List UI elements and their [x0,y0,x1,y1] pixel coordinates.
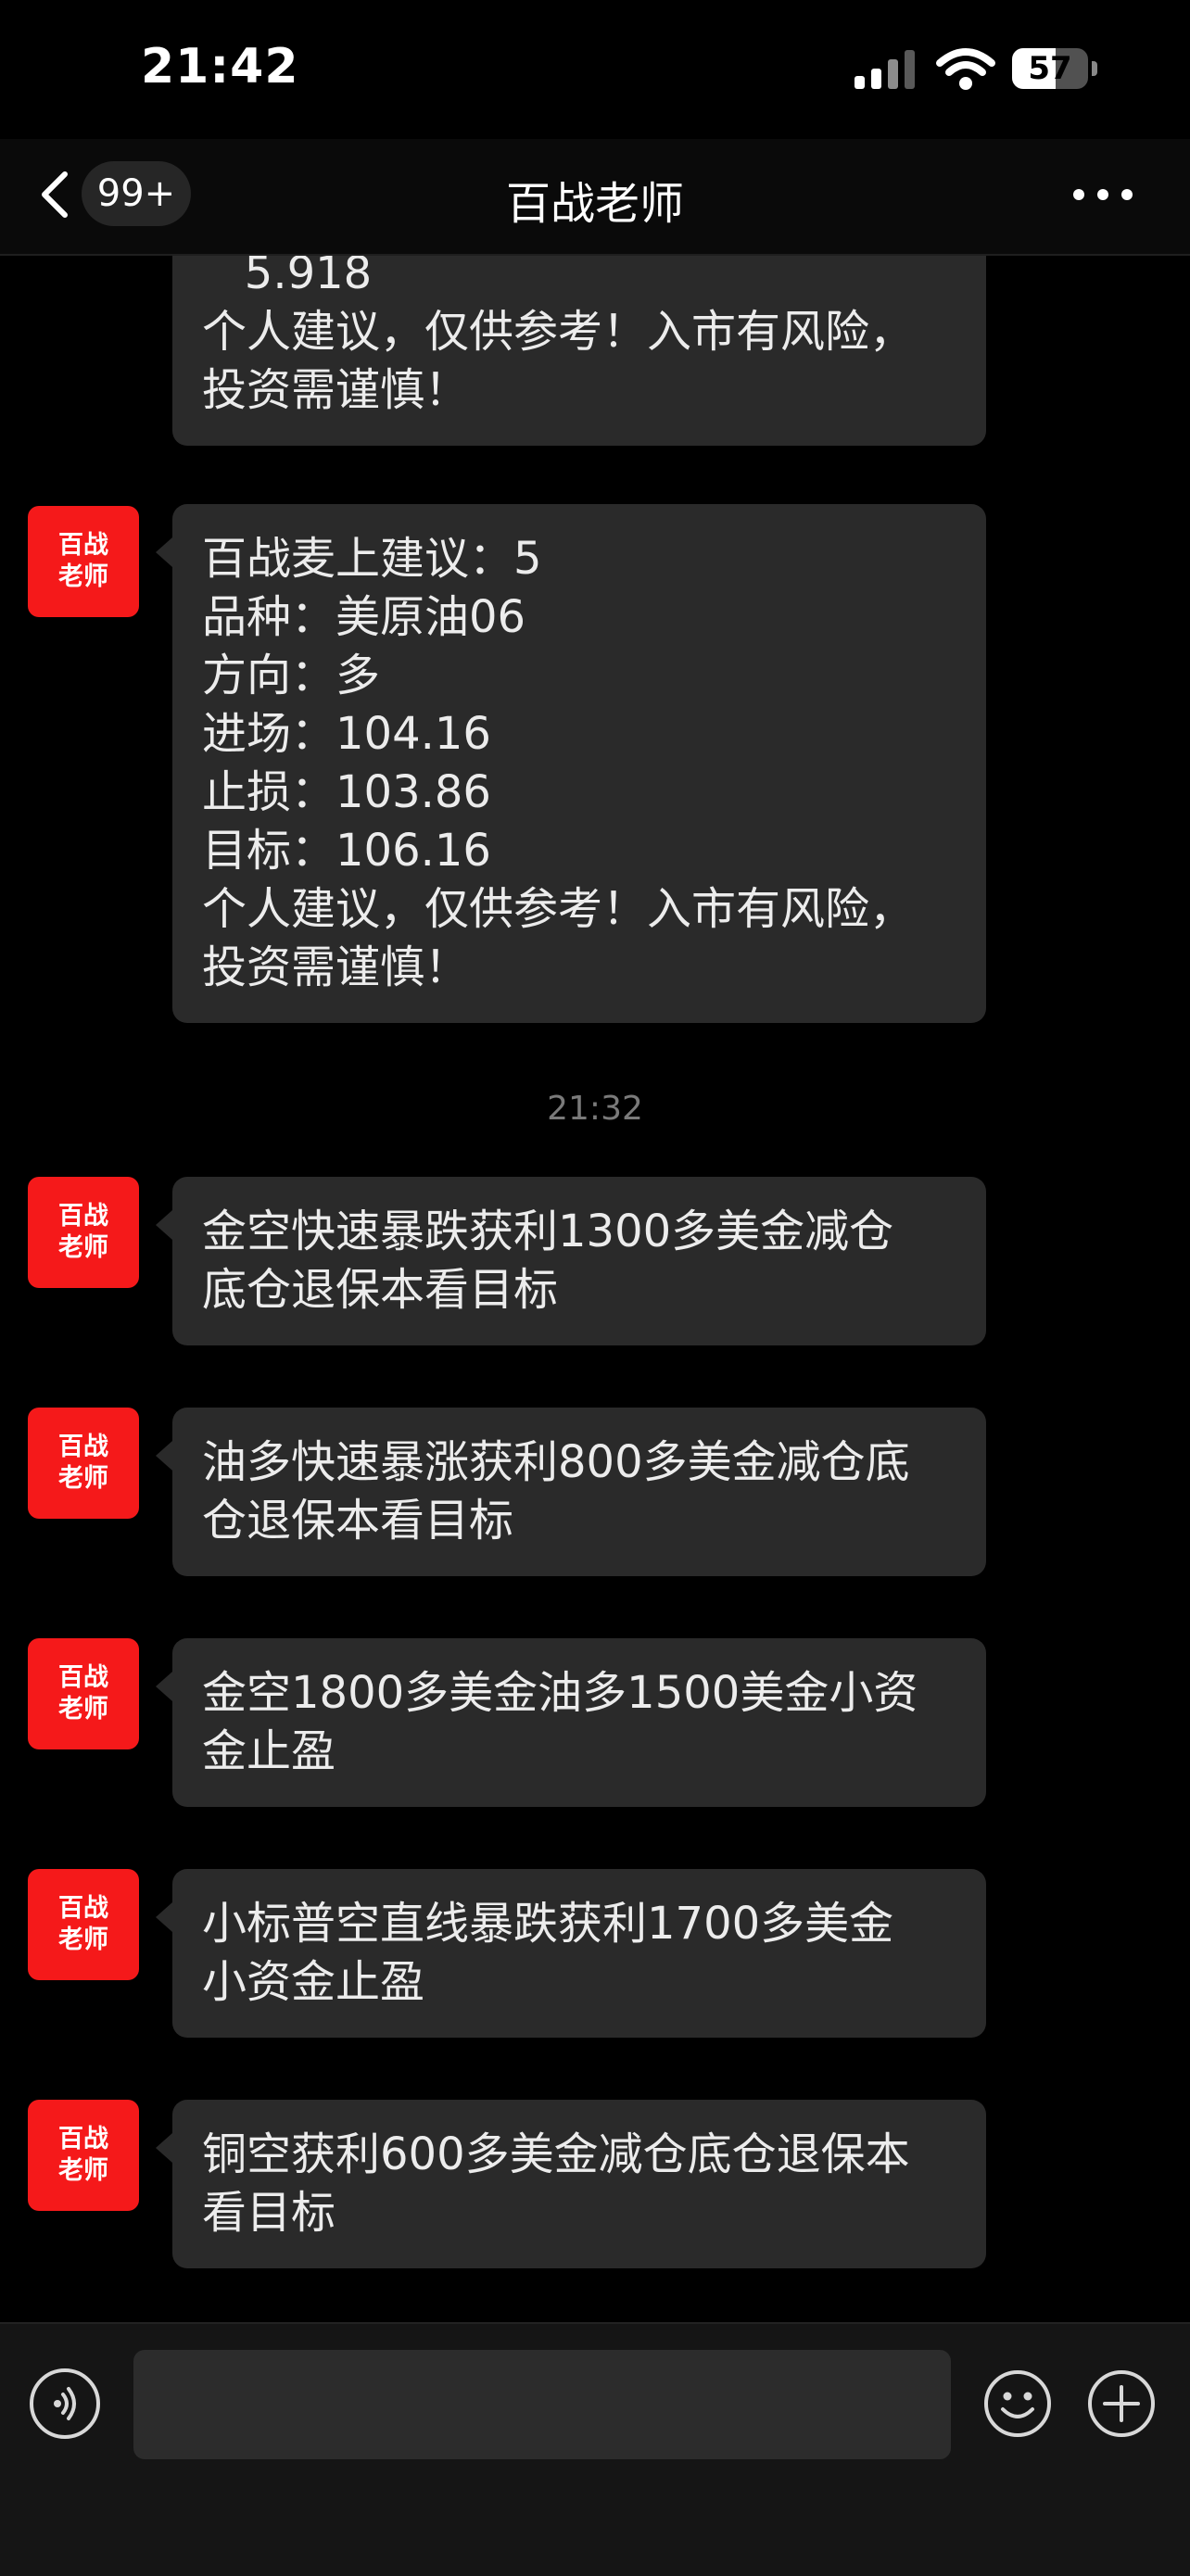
avatar[interactable]: 百战 老师 [28,1408,139,1519]
message-bubble[interactable]: 小标普空直线暴跌获利1700多美金 小资金止盈 [156,1869,986,2038]
message-bubble[interactable]: 金空1800多美金油多1500美金小资 金止盈 [156,1638,986,1807]
chat-header: 99+ 百战老师 [0,139,1190,256]
message-bubble[interactable]: 百战麦上建议：5 品种：美原油06 方向：多进场：104.16 止损：103.86 目标… [156,504,986,1023]
message-text-line: 百战麦上建议：5 [202,533,542,585]
message-text-line: 看目标 [202,2187,336,2239]
add-attachment-icon[interactable] [1086,2368,1157,2439]
message-text-line: 进场：104.16 [202,708,491,760]
message-text-line: 小标普空直线暴跌获利1700多美金 [202,1898,894,1950]
message-bubble[interactable]: 5.918 个人建议，仅供参考！入市有风险， 投资需谨慎！ [172,256,986,446]
wifi-icon [936,48,995,90]
message-text-line: 金空1800多美金油多1500美金小资 [202,1667,918,1719]
message-text-line: 金空快速暴跌获利1300多美金减仓 [202,1206,894,1257]
message-timestamp: 21:32 [547,1090,643,1128]
input-bar [0,2322,1190,2576]
message-text-line: 止损：103.86 [202,766,491,818]
battery-level: 57 [1028,50,1072,87]
avatar[interactable]: 百战 老师 [28,2100,139,2211]
message-text-line: 小资金止盈 [202,1956,425,2008]
message-text-line: 金止盈 [202,1725,336,1777]
message-text-line: 5.918 [202,256,373,299]
message-text-line: 个人建议，仅供参考！入市有风险， [202,306,915,358]
avatar[interactable]: 百战 老师 [28,1869,139,1980]
battery-icon: 57 [1012,48,1097,89]
emoji-icon[interactable] [982,2368,1053,2439]
avatar[interactable]: 百战 老师 [28,1177,139,1288]
message-text-line: 方向：多 [202,650,381,701]
message-text-line: 品种：美原油06 [202,591,526,643]
message-text-line: 个人建议，仅供参考！入市有风险， [202,883,915,935]
message-bubble[interactable]: 油多快速暴涨获利800多美金减仓底 仓退保本看目标 [156,1408,986,1576]
avatar[interactable]: 百战 老师 [28,1638,139,1749]
message-text-line: 投资需谨慎！ [202,941,470,993]
message-text-line: 底仓退保本看目标 [202,1264,559,1316]
message-text-line: 投资需谨慎！ [202,364,470,416]
message-bubble[interactable]: 金空快速暴跌获利1300多美金减仓 底仓退保本看目标 [156,1177,986,1345]
message-text-line: 铜空获利600多美金减仓底仓退保本 [202,2128,910,2180]
message-text-line: 仓退保本看目标 [202,1495,514,1547]
message-text-line: 目标：106.16 [202,825,491,877]
status-bar: 21:42 57 [0,0,1190,139]
cellular-signal-icon [855,50,915,89]
message-text-line: 油多快速暴涨获利800多美金减仓底 [202,1436,910,1488]
message-list[interactable]: 5.918 个人建议，仅供参考！入市有风险， 投资需谨慎！ 百战 老师 百战麦上建议：… [0,256,1190,2322]
more-options-icon[interactable] [1066,176,1140,213]
chat-title: 百战老师 [505,178,684,230]
message-input[interactable] [133,2350,951,2459]
status-time: 21:42 [141,39,299,95]
message-bubble[interactable]: 铜空获利600多美金减仓底仓退保本 看目标 [156,2100,986,2268]
voice-input-icon[interactable] [30,2368,100,2439]
avatar[interactable]: 百战 老师 [28,506,139,617]
